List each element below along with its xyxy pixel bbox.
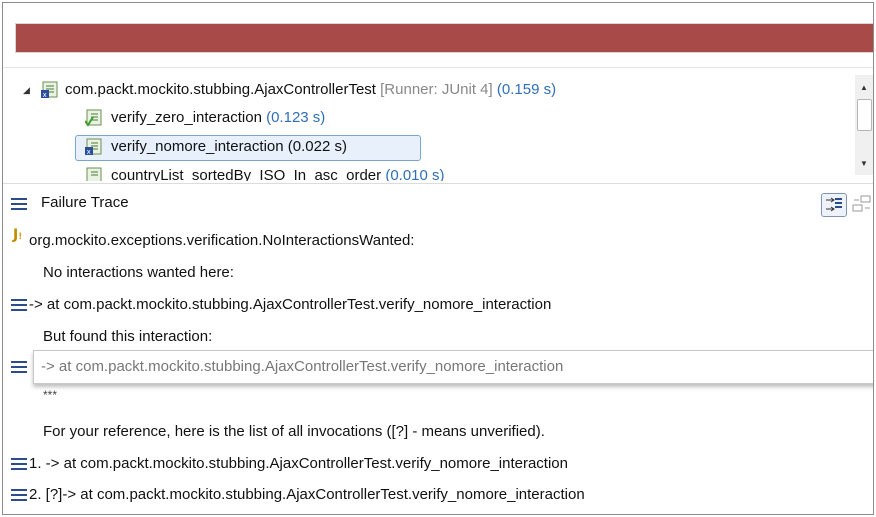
- stack-frame-icon: [11, 361, 27, 373]
- tree-item-verify-nomore-interaction[interactable]: x verify_nomore_interaction (0.022 s): [3, 135, 851, 159]
- tree-item-verify-zero-interaction[interactable]: verify_zero_interaction (0.123 s): [3, 106, 851, 130]
- test-suite-failed-icon: x: [41, 81, 59, 99]
- test-time: (0.123 s): [266, 109, 326, 126]
- trace-line-message[interactable]: For your reference, here is the list of …: [43, 421, 545, 443]
- exception-icon: J!: [13, 227, 23, 243]
- failure-trace-header: Failure Trace: [3, 183, 873, 224]
- test-passed-icon: [85, 167, 103, 181]
- svg-text:x: x: [43, 91, 47, 99]
- suite-name: com.packt.mockito.stubbing.AjaxControlle…: [65, 81, 376, 98]
- test-name: verify_zero_interaction: [111, 109, 262, 126]
- progress-fill: [16, 24, 873, 52]
- suite-time: (0.159 s): [496, 81, 557, 98]
- junit-view: ◢ x com.packt.mockito.stubbing.AjaxContr…: [2, 2, 874, 515]
- scroll-down-icon[interactable]: ▼: [860, 159, 868, 168]
- trace-line-message[interactable]: No interactions wanted here:: [43, 262, 234, 284]
- svg-text:x: x: [87, 148, 91, 156]
- test-name: countryList_sortedBy_ISO_In_asc_order: [111, 167, 382, 181]
- trace-line-frame[interactable]: 2. [?]-> at com.packt.mockito.stubbing.A…: [29, 484, 585, 506]
- trace-line-frame[interactable]: -> at com.packt.mockito.stubbing.AjaxCon…: [29, 294, 551, 316]
- test-progress-bar: [15, 23, 873, 53]
- test-failed-icon: x: [85, 138, 103, 156]
- failure-trace-title: Failure Trace: [41, 194, 129, 211]
- test-tree[interactable]: ◢ x com.packt.mockito.stubbing.AjaxContr…: [3, 73, 851, 181]
- compare-result-button[interactable]: [851, 194, 873, 214]
- filter-stack-trace-button[interactable]: [821, 193, 847, 217]
- scroll-thumb[interactable]: [857, 99, 872, 131]
- trace-line-separator[interactable]: ***: [43, 384, 57, 406]
- stack-frame-icon: [11, 299, 27, 311]
- scroll-up-icon[interactable]: ▲: [860, 83, 868, 92]
- filter-icon: [826, 197, 842, 212]
- stack-frame-icon: [11, 489, 27, 501]
- stack-frames-icon: [11, 198, 27, 210]
- stack-frame-icon: [11, 458, 27, 470]
- compare-icon: [852, 195, 871, 212]
- test-passed-icon: [84, 109, 103, 127]
- trace-line-message[interactable]: But found this interaction:: [43, 326, 212, 348]
- test-name: verify_nomore_interaction (0.022 s): [111, 138, 347, 155]
- tree-root-row[interactable]: ◢ x com.packt.mockito.stubbing.AjaxContr…: [3, 78, 851, 102]
- expand-arrow-icon[interactable]: ◢: [23, 78, 30, 102]
- test-time: (0.010 s): [385, 167, 445, 181]
- runner-label: [Runner: JUnit 4]: [380, 81, 493, 98]
- divider: [3, 67, 873, 68]
- tree-item-country-list-sorted[interactable]: countryList_sortedBy_ISO_In_asc_order (0…: [3, 164, 851, 181]
- tree-scrollbar[interactable]: ▲ ▼: [855, 75, 873, 175]
- trace-line-frame[interactable]: 1. -> at com.packt.mockito.stubbing.Ajax…: [29, 453, 568, 475]
- trace-line-frame-selected[interactable]: -> at com.packt.mockito.stubbing.AjaxCon…: [41, 356, 563, 378]
- trace-line-exception[interactable]: org.mockito.exceptions.verification.NoIn…: [29, 230, 414, 252]
